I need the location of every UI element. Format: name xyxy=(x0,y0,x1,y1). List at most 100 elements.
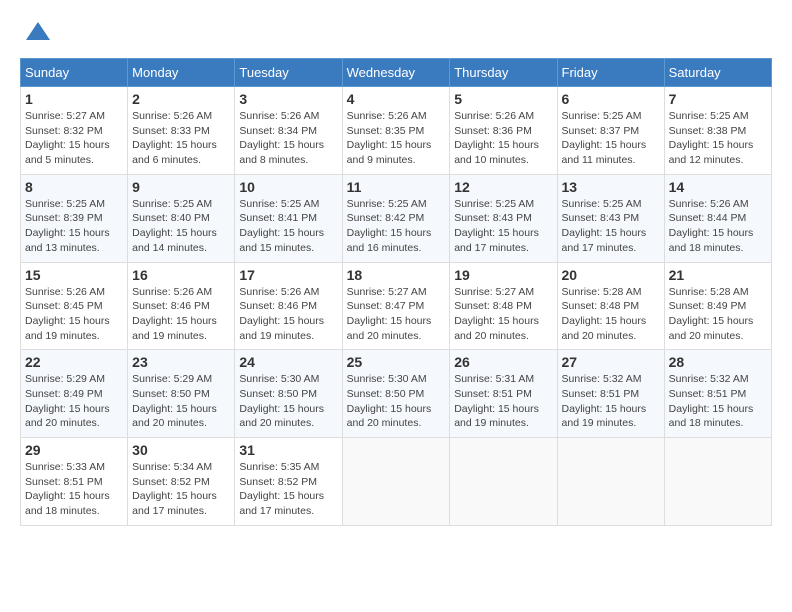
calendar-cell: 15 Sunrise: 5:26 AMSunset: 8:45 PMDaylig… xyxy=(21,262,128,350)
day-info: Sunrise: 5:25 AMSunset: 8:39 PMDaylight:… xyxy=(25,197,123,256)
weekday-header: Thursday xyxy=(450,59,557,87)
day-number: 4 xyxy=(347,91,446,107)
calendar-week-row: 15 Sunrise: 5:26 AMSunset: 8:45 PMDaylig… xyxy=(21,262,772,350)
day-info: Sunrise: 5:26 AMSunset: 8:33 PMDaylight:… xyxy=(132,109,230,168)
calendar-cell: 22 Sunrise: 5:29 AMSunset: 8:49 PMDaylig… xyxy=(21,350,128,438)
calendar-cell: 5 Sunrise: 5:26 AMSunset: 8:36 PMDayligh… xyxy=(450,87,557,175)
day-number: 14 xyxy=(669,179,767,195)
day-number: 21 xyxy=(669,267,767,283)
calendar-cell: 4 Sunrise: 5:26 AMSunset: 8:35 PMDayligh… xyxy=(342,87,450,175)
day-info: Sunrise: 5:25 AMSunset: 8:43 PMDaylight:… xyxy=(454,197,552,256)
day-number: 18 xyxy=(347,267,446,283)
calendar-cell: 18 Sunrise: 5:27 AMSunset: 8:47 PMDaylig… xyxy=(342,262,450,350)
calendar-cell: 3 Sunrise: 5:26 AMSunset: 8:34 PMDayligh… xyxy=(235,87,342,175)
calendar-table: SundayMondayTuesdayWednesdayThursdayFrid… xyxy=(20,58,772,526)
calendar-cell: 12 Sunrise: 5:25 AMSunset: 8:43 PMDaylig… xyxy=(450,174,557,262)
calendar-cell: 27 Sunrise: 5:32 AMSunset: 8:51 PMDaylig… xyxy=(557,350,664,438)
calendar-cell: 30 Sunrise: 5:34 AMSunset: 8:52 PMDaylig… xyxy=(128,438,235,526)
day-number: 23 xyxy=(132,354,230,370)
day-info: Sunrise: 5:35 AMSunset: 8:52 PMDaylight:… xyxy=(239,460,337,519)
calendar-cell xyxy=(557,438,664,526)
day-info: Sunrise: 5:32 AMSunset: 8:51 PMDaylight:… xyxy=(669,372,767,431)
day-info: Sunrise: 5:30 AMSunset: 8:50 PMDaylight:… xyxy=(347,372,446,431)
weekday-header: Sunday xyxy=(21,59,128,87)
day-number: 24 xyxy=(239,354,337,370)
calendar-cell xyxy=(342,438,450,526)
day-info: Sunrise: 5:25 AMSunset: 8:37 PMDaylight:… xyxy=(562,109,660,168)
calendar-cell: 13 Sunrise: 5:25 AMSunset: 8:43 PMDaylig… xyxy=(557,174,664,262)
day-number: 15 xyxy=(25,267,123,283)
day-info: Sunrise: 5:26 AMSunset: 8:34 PMDaylight:… xyxy=(239,109,337,168)
calendar-week-row: 29 Sunrise: 5:33 AMSunset: 8:51 PMDaylig… xyxy=(21,438,772,526)
calendar-cell: 9 Sunrise: 5:25 AMSunset: 8:40 PMDayligh… xyxy=(128,174,235,262)
calendar-cell: 7 Sunrise: 5:25 AMSunset: 8:38 PMDayligh… xyxy=(664,87,771,175)
day-number: 22 xyxy=(25,354,123,370)
day-number: 28 xyxy=(669,354,767,370)
day-number: 1 xyxy=(25,91,123,107)
page-header xyxy=(20,20,772,48)
day-info: Sunrise: 5:27 AMSunset: 8:47 PMDaylight:… xyxy=(347,285,446,344)
day-info: Sunrise: 5:26 AMSunset: 8:36 PMDaylight:… xyxy=(454,109,552,168)
day-info: Sunrise: 5:25 AMSunset: 8:41 PMDaylight:… xyxy=(239,197,337,256)
day-number: 16 xyxy=(132,267,230,283)
calendar-cell: 25 Sunrise: 5:30 AMSunset: 8:50 PMDaylig… xyxy=(342,350,450,438)
logo xyxy=(20,20,52,48)
calendar-cell: 6 Sunrise: 5:25 AMSunset: 8:37 PMDayligh… xyxy=(557,87,664,175)
day-info: Sunrise: 5:29 AMSunset: 8:49 PMDaylight:… xyxy=(25,372,123,431)
day-number: 31 xyxy=(239,442,337,458)
day-info: Sunrise: 5:26 AMSunset: 8:44 PMDaylight:… xyxy=(669,197,767,256)
calendar-week-row: 22 Sunrise: 5:29 AMSunset: 8:49 PMDaylig… xyxy=(21,350,772,438)
day-number: 30 xyxy=(132,442,230,458)
weekday-header: Wednesday xyxy=(342,59,450,87)
day-number: 10 xyxy=(239,179,337,195)
day-number: 6 xyxy=(562,91,660,107)
day-number: 7 xyxy=(669,91,767,107)
calendar-cell xyxy=(450,438,557,526)
calendar-cell: 21 Sunrise: 5:28 AMSunset: 8:49 PMDaylig… xyxy=(664,262,771,350)
day-info: Sunrise: 5:29 AMSunset: 8:50 PMDaylight:… xyxy=(132,372,230,431)
calendar-cell: 29 Sunrise: 5:33 AMSunset: 8:51 PMDaylig… xyxy=(21,438,128,526)
weekday-header: Tuesday xyxy=(235,59,342,87)
weekday-header: Friday xyxy=(557,59,664,87)
calendar-cell: 8 Sunrise: 5:25 AMSunset: 8:39 PMDayligh… xyxy=(21,174,128,262)
calendar-cell: 28 Sunrise: 5:32 AMSunset: 8:51 PMDaylig… xyxy=(664,350,771,438)
weekday-header: Monday xyxy=(128,59,235,87)
calendar-cell: 14 Sunrise: 5:26 AMSunset: 8:44 PMDaylig… xyxy=(664,174,771,262)
day-info: Sunrise: 5:31 AMSunset: 8:51 PMDaylight:… xyxy=(454,372,552,431)
day-info: Sunrise: 5:28 AMSunset: 8:49 PMDaylight:… xyxy=(669,285,767,344)
day-info: Sunrise: 5:33 AMSunset: 8:51 PMDaylight:… xyxy=(25,460,123,519)
day-info: Sunrise: 5:26 AMSunset: 8:35 PMDaylight:… xyxy=(347,109,446,168)
weekday-header-row: SundayMondayTuesdayWednesdayThursdayFrid… xyxy=(21,59,772,87)
calendar-cell: 23 Sunrise: 5:29 AMSunset: 8:50 PMDaylig… xyxy=(128,350,235,438)
day-number: 27 xyxy=(562,354,660,370)
day-number: 17 xyxy=(239,267,337,283)
calendar-week-row: 1 Sunrise: 5:27 AMSunset: 8:32 PMDayligh… xyxy=(21,87,772,175)
day-number: 12 xyxy=(454,179,552,195)
calendar-cell: 17 Sunrise: 5:26 AMSunset: 8:46 PMDaylig… xyxy=(235,262,342,350)
day-info: Sunrise: 5:34 AMSunset: 8:52 PMDaylight:… xyxy=(132,460,230,519)
day-info: Sunrise: 5:25 AMSunset: 8:42 PMDaylight:… xyxy=(347,197,446,256)
calendar-cell: 1 Sunrise: 5:27 AMSunset: 8:32 PMDayligh… xyxy=(21,87,128,175)
day-info: Sunrise: 5:25 AMSunset: 8:38 PMDaylight:… xyxy=(669,109,767,168)
calendar-cell: 19 Sunrise: 5:27 AMSunset: 8:48 PMDaylig… xyxy=(450,262,557,350)
day-info: Sunrise: 5:27 AMSunset: 8:48 PMDaylight:… xyxy=(454,285,552,344)
day-number: 11 xyxy=(347,179,446,195)
calendar-cell: 11 Sunrise: 5:25 AMSunset: 8:42 PMDaylig… xyxy=(342,174,450,262)
day-info: Sunrise: 5:26 AMSunset: 8:46 PMDaylight:… xyxy=(132,285,230,344)
day-number: 8 xyxy=(25,179,123,195)
day-info: Sunrise: 5:32 AMSunset: 8:51 PMDaylight:… xyxy=(562,372,660,431)
day-number: 3 xyxy=(239,91,337,107)
day-number: 13 xyxy=(562,179,660,195)
calendar-cell: 10 Sunrise: 5:25 AMSunset: 8:41 PMDaylig… xyxy=(235,174,342,262)
logo-icon xyxy=(24,20,52,48)
day-info: Sunrise: 5:28 AMSunset: 8:48 PMDaylight:… xyxy=(562,285,660,344)
calendar-cell: 24 Sunrise: 5:30 AMSunset: 8:50 PMDaylig… xyxy=(235,350,342,438)
calendar-cell: 26 Sunrise: 5:31 AMSunset: 8:51 PMDaylig… xyxy=(450,350,557,438)
day-number: 19 xyxy=(454,267,552,283)
calendar-week-row: 8 Sunrise: 5:25 AMSunset: 8:39 PMDayligh… xyxy=(21,174,772,262)
day-number: 9 xyxy=(132,179,230,195)
calendar-cell: 31 Sunrise: 5:35 AMSunset: 8:52 PMDaylig… xyxy=(235,438,342,526)
day-info: Sunrise: 5:30 AMSunset: 8:50 PMDaylight:… xyxy=(239,372,337,431)
calendar-cell: 20 Sunrise: 5:28 AMSunset: 8:48 PMDaylig… xyxy=(557,262,664,350)
day-info: Sunrise: 5:27 AMSunset: 8:32 PMDaylight:… xyxy=(25,109,123,168)
